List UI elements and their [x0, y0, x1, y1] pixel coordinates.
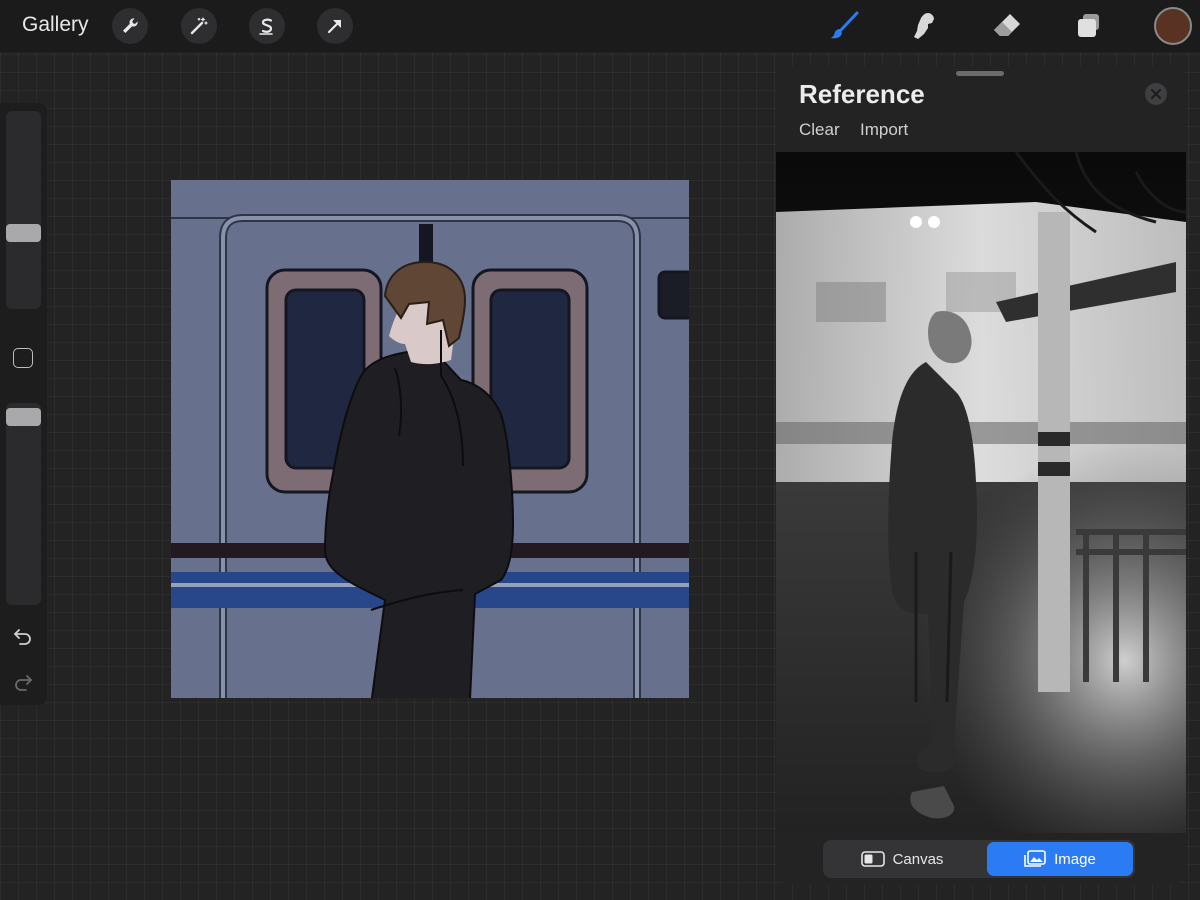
brush-size-thumb[interactable]	[6, 224, 41, 242]
layers-icon[interactable]	[1071, 8, 1107, 44]
opacity-thumb[interactable]	[6, 408, 41, 426]
image-segment[interactable]: Image	[987, 842, 1133, 876]
side-slider-bar	[0, 103, 47, 705]
reference-photo-image	[776, 152, 1186, 833]
arrow-cursor-icon[interactable]	[317, 8, 353, 44]
image-icon	[1024, 850, 1046, 867]
opacity-slider[interactable]	[6, 403, 41, 605]
reference-photo	[776, 152, 1186, 833]
close-icon[interactable]	[1145, 83, 1167, 105]
current-color-swatch[interactable]	[1154, 7, 1192, 45]
reference-panel: Reference Clear Import Canvas Image	[776, 66, 1186, 884]
artwork-illustration	[171, 180, 689, 698]
canvas-segment[interactable]: Canvas	[825, 842, 979, 876]
image-segment-label: Image	[1054, 850, 1096, 868]
canvas-segment-label: Canvas	[892, 850, 944, 868]
import-button[interactable]: Import	[860, 120, 908, 140]
wrench-icon[interactable]	[112, 8, 148, 44]
artwork-canvas[interactable]	[171, 180, 689, 698]
panel-grabber[interactable]	[956, 71, 1004, 76]
clear-button[interactable]: Clear	[799, 120, 840, 140]
brush-size-slider[interactable]	[6, 111, 41, 309]
eraser-icon[interactable]	[989, 8, 1025, 44]
reference-title: Reference	[799, 79, 925, 109]
gallery-button[interactable]: Gallery	[22, 13, 89, 37]
redo-icon[interactable]	[12, 671, 34, 693]
modify-button[interactable]	[13, 348, 33, 368]
reference-mode-toggle: Canvas Image	[823, 840, 1135, 878]
smudge-icon[interactable]	[907, 8, 943, 44]
magic-wand-icon[interactable]	[181, 8, 217, 44]
brush-icon[interactable]	[826, 8, 862, 44]
canvas-icon	[860, 851, 885, 867]
undo-icon[interactable]	[12, 625, 34, 647]
top-toolbar: Gallery	[0, 0, 1200, 52]
selection-s-icon[interactable]	[249, 8, 285, 44]
